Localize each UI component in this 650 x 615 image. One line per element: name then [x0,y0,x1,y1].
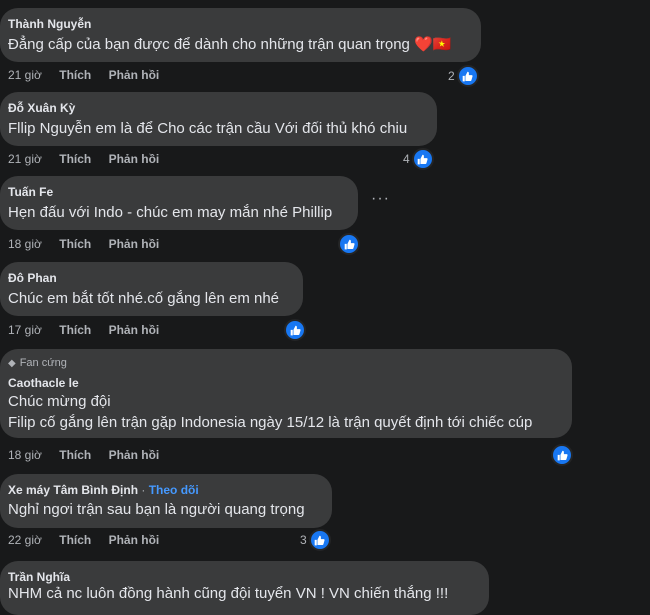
reply-button[interactable]: Phản hồi [109,533,160,547]
reply-button[interactable]: Phản hồi [109,237,160,251]
like-icon [551,444,573,466]
separator-dot: · [141,483,146,497]
comment-author[interactable]: Tuấn Fe [8,185,53,199]
reply-button[interactable]: Phản hồi [109,68,160,82]
comment-author-line: Xe máy Tâm Bình Định · Theo dõi [8,483,199,497]
reaction-count[interactable] [282,319,306,341]
comment-text: Hẹn đấu với Indo - chúc em may mắn nhé P… [8,204,333,221]
comment-author[interactable]: Đô Phan [8,271,57,285]
reply-button[interactable]: Phản hồi [109,323,160,337]
comment-emoji: ❤️🇻🇳 [414,36,452,53]
comment-text-line: Chúc mừng đội [8,393,111,410]
comment-text: Fllip Nguyễn em là để Cho các trận cầu V… [8,120,408,137]
comment-actions: 21 giờ Thích Phản hồi [8,152,173,166]
comment-time[interactable]: 21 giờ [8,68,42,82]
reaction-count[interactable] [336,233,360,255]
comment-actions: 22 giờ Thích Phản hồi [8,533,173,547]
like-icon [284,319,306,341]
comment-author[interactable]: Đỗ Xuân Kỳ [8,101,75,115]
reaction-number: 4 [403,152,410,166]
comment-author[interactable]: Xe máy Tâm Bình Định [8,483,138,497]
like-icon [338,233,360,255]
comment-text: Đẳng cấp của bạn được để dành cho những … [8,35,451,54]
reply-button[interactable]: Phản hồi [109,448,160,462]
comment-actions: 18 giờ Thích Phản hồi [8,237,173,251]
comment-author[interactable]: Caothacle le [8,376,79,390]
comment-actions: 21 giờ Thích Phản hồi [8,68,173,82]
reaction-number: 2 [448,69,455,83]
comment-time[interactable]: 18 giờ [8,448,42,462]
like-icon [308,529,331,551]
fan-badge: ◆ Fan cứng [8,357,67,369]
comment-time[interactable]: 21 giờ [8,152,42,166]
like-icon [456,65,479,87]
reaction-count[interactable]: 3 [300,529,331,551]
like-button[interactable]: Thích [59,323,91,337]
comment-author[interactable]: Trần Nghĩa [8,570,70,584]
reaction-number: 3 [300,533,307,547]
comment-actions: 18 giờ Thích Phản hồi [8,448,173,462]
like-icon [411,148,434,170]
comment-actions: 17 giờ Thích Phản hồi [8,323,173,337]
reaction-count[interactable] [549,444,573,466]
comment-text-body: Đẳng cấp của bạn được để dành cho những … [8,36,410,53]
more-options-icon[interactable]: ··· [371,190,390,208]
reaction-count[interactable]: 4 [403,148,434,170]
comment-text: NHM cả nc luôn đồng hành cũng đội tuyển … [8,585,449,602]
like-button[interactable]: Thích [59,68,91,82]
comment-time[interactable]: 22 giờ [8,533,42,547]
follow-button[interactable]: Theo dõi [149,483,199,497]
comment-author[interactable]: Thành Nguyễn [8,17,91,31]
like-button[interactable]: Thích [59,237,91,251]
like-button[interactable]: Thích [59,152,91,166]
comment-time[interactable]: 17 giờ [8,323,42,337]
reply-button[interactable]: Phản hồi [109,152,160,166]
comment-text: Chúc em bắt tốt nhé.cố gắng lên em nhé [8,290,280,307]
fan-badge-label: Fan cứng [19,357,67,369]
like-button[interactable]: Thích [59,448,91,462]
reaction-count[interactable]: 2 [448,65,479,87]
like-button[interactable]: Thích [59,533,91,547]
diamond-icon: ◆ [8,357,16,369]
comment-text: Nghỉ ngơi trận sau bạn là người quang tr… [8,501,305,518]
comment-text-line: Filip cố gắng lên trận gặp Indonesia ngà… [8,414,533,431]
comment-time[interactable]: 18 giờ [8,237,42,251]
